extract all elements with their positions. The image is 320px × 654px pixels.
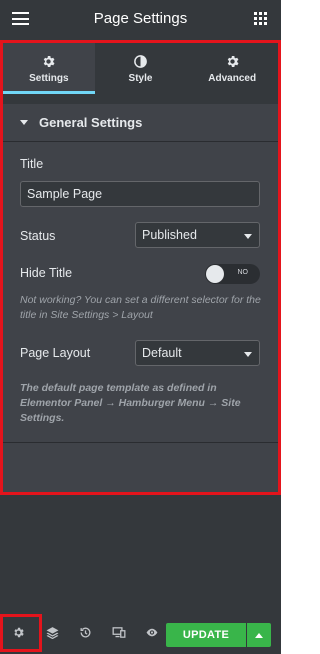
tab-label: Style — [128, 73, 153, 84]
panel-footer: UPDATE — [0, 615, 281, 654]
update-button[interactable]: UPDATE — [166, 623, 246, 647]
responsive-icon — [112, 626, 126, 644]
gear-icon — [41, 53, 56, 69]
contrast-icon — [133, 53, 148, 69]
tab-label: Advanced — [208, 73, 257, 84]
editor-panel: Page Settings Settings Style Advanced Ge… — [0, 0, 281, 654]
chevron-down-icon — [244, 352, 252, 357]
preview-button[interactable] — [135, 615, 168, 654]
status-label: Status — [20, 229, 56, 243]
update-options-button[interactable] — [247, 623, 271, 647]
tab-settings[interactable]: Settings — [3, 43, 95, 94]
title-input[interactable] — [20, 181, 260, 207]
status-select[interactable]: Published — [135, 222, 260, 248]
navigator-button[interactable] — [36, 615, 69, 654]
toggle-text: NO — [237, 269, 249, 276]
panel-header: Page Settings — [0, 0, 281, 37]
history-button[interactable] — [69, 615, 102, 654]
status-value: Published — [142, 228, 197, 242]
grid-icon[interactable] — [254, 12, 267, 25]
section-header-general[interactable]: General Settings — [3, 104, 278, 142]
tab-label: Settings — [29, 73, 69, 84]
page-layout-value: Default — [142, 346, 182, 360]
chevron-down-icon — [244, 234, 252, 239]
page-layout-select[interactable]: Default — [135, 340, 260, 366]
responsive-button[interactable] — [102, 615, 135, 654]
history-icon — [79, 626, 92, 644]
page-title: Page Settings — [93, 10, 188, 27]
tab-style[interactable]: Style — [95, 43, 187, 94]
hamburger-icon[interactable] — [12, 12, 29, 25]
title-label: Title — [20, 157, 44, 171]
caret-down-icon — [20, 120, 28, 125]
hide-title-toggle[interactable]: NO — [205, 264, 260, 284]
tab-advanced[interactable]: Advanced — [186, 43, 278, 94]
layers-icon — [46, 626, 59, 644]
toggle-knob — [206, 265, 224, 283]
settings-button[interactable] — [0, 615, 36, 654]
gear-icon — [225, 53, 240, 69]
gear-icon — [12, 626, 25, 644]
tab-bar: Settings Style Advanced — [3, 43, 278, 94]
hide-title-label: Hide Title — [20, 266, 73, 280]
hide-title-note: Not working? You can set a different sel… — [20, 294, 261, 321]
section-divider — [3, 442, 278, 443]
page-layout-label: Page Layout — [20, 346, 91, 360]
section-gap — [3, 94, 278, 104]
page-layout-note: The default page template as defined in … — [20, 382, 241, 424]
eye-icon — [145, 626, 159, 644]
section-title: General Settings — [39, 115, 143, 130]
caret-up-icon — [255, 632, 263, 638]
